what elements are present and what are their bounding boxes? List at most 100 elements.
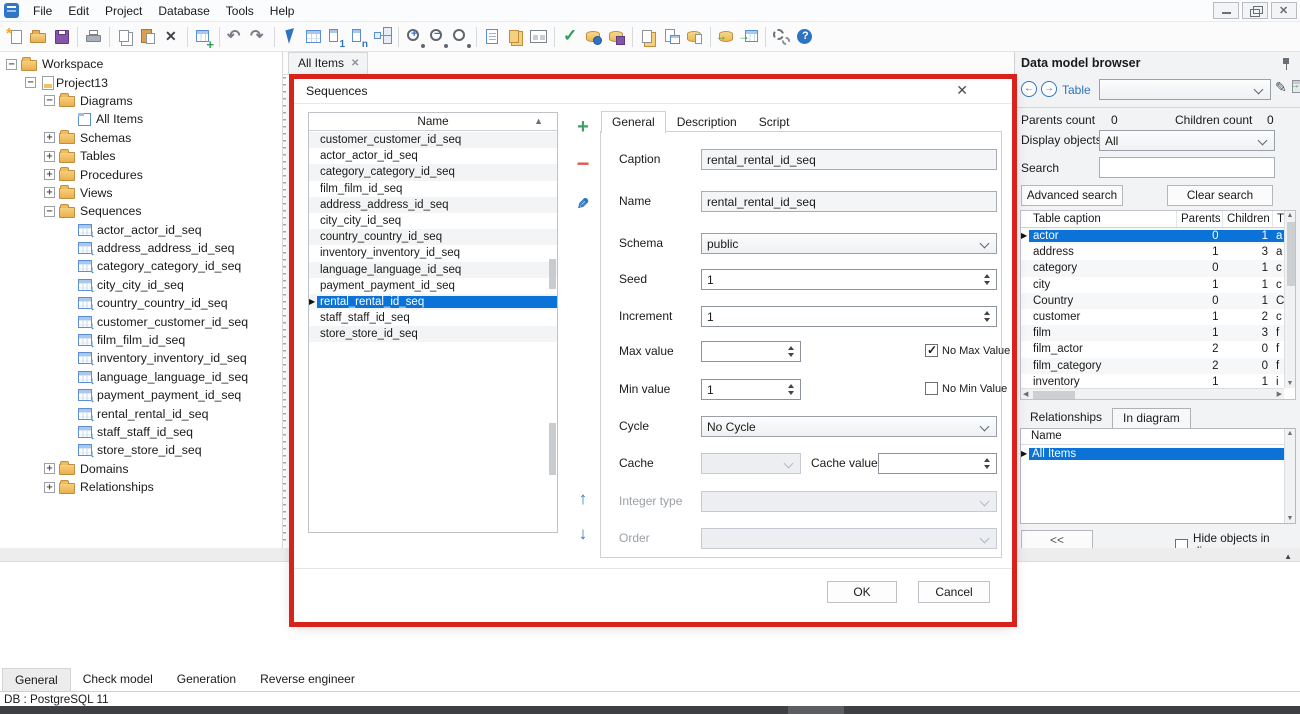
column-table-caption[interactable]: Table caption [1029, 211, 1177, 227]
tree-expander-icon[interactable] [44, 151, 55, 162]
tree-item[interactable]: Procedures [0, 165, 282, 183]
tree-item[interactable]: film_film_id_seq [0, 331, 282, 349]
table-row[interactable]: category 0 1 c [1021, 260, 1284, 276]
increment-stepper[interactable]: 1 [701, 306, 997, 327]
dialog-tab[interactable]: Description [666, 111, 748, 133]
menu-item[interactable]: Edit [60, 2, 97, 20]
output-tab[interactable]: Check model [71, 668, 165, 691]
relationship-tab[interactable]: In diagram [1112, 408, 1191, 428]
tree-expander-icon[interactable] [44, 482, 55, 493]
tree-item[interactable]: inventory_inventory_id_seq [0, 349, 282, 367]
sequence-list-item[interactable]: staff_staff_id_seq [309, 310, 557, 326]
tree-item[interactable]: Schemas [0, 129, 282, 147]
clear-search-button[interactable]: Clear search [1167, 185, 1273, 206]
add-sequence-icon[interactable]: + [572, 117, 594, 139]
column-children[interactable]: Children [1223, 211, 1273, 227]
dialog-title-bar[interactable]: Sequences ✕ [294, 79, 1012, 104]
help-icon[interactable] [794, 26, 815, 48]
new-document-icon[interactable] [5, 26, 26, 48]
table-row[interactable]: inventory 1 1 i [1021, 374, 1284, 388]
sequence-list-item[interactable]: inventory_inventory_id_seq [309, 245, 557, 261]
scroll-left-icon[interactable]: ◀ [1023, 390, 1028, 398]
pin-icon[interactable] [1281, 57, 1291, 71]
script-table-icon[interactable] [661, 26, 682, 48]
table-row[interactable]: film_actor 2 0 f [1021, 341, 1284, 357]
menu-item[interactable]: Database [150, 2, 217, 20]
cache-select[interactable] [701, 453, 801, 474]
table-row[interactable]: city 1 1 c [1021, 277, 1284, 293]
edit-sequence-icon[interactable]: ✎ [572, 195, 594, 217]
save-icon[interactable] [51, 26, 72, 48]
list-item[interactable]: All Items [1021, 446, 1284, 462]
generate-database-icon[interactable] [583, 26, 604, 48]
display-objects-select[interactable]: All [1099, 130, 1275, 151]
max-value-stepper[interactable] [701, 341, 801, 362]
stepper-arrows-icon[interactable] [979, 307, 994, 326]
scrollbar-thumb[interactable] [1033, 391, 1075, 399]
table-row[interactable]: film 1 3 f [1021, 325, 1284, 341]
many-to-one-relation-icon[interactable] [349, 26, 370, 48]
sequence-list-item[interactable]: address_address_id_seq [309, 197, 557, 213]
auto-layout-icon[interactable] [372, 26, 393, 48]
tree-item[interactable]: actor_actor_id_seq [0, 221, 282, 239]
restore-icon[interactable] [1242, 2, 1268, 19]
table-icon[interactable] [303, 26, 324, 48]
tree-item[interactable]: address_address_id_seq [0, 239, 282, 257]
tree-item[interactable]: Domains [0, 460, 282, 478]
tree-item[interactable]: Diagrams [0, 92, 282, 110]
output-tab[interactable]: Reverse engineer [248, 668, 367, 691]
tree-item[interactable]: category_category_id_seq [0, 257, 282, 275]
tab-all-items[interactable]: All Items ✕ [288, 52, 368, 74]
zoom-icon[interactable] [450, 26, 471, 48]
scrollbar-thumb[interactable] [549, 259, 556, 289]
column-parents[interactable]: Parents [1177, 211, 1223, 227]
tree-item[interactable]: country_country_id_seq [0, 294, 282, 312]
scrollbar-thumb[interactable] [1287, 222, 1295, 286]
sequence-list-item[interactable]: category_category_id_seq [309, 164, 557, 180]
card-view-icon[interactable] [528, 26, 549, 48]
close-icon[interactable] [1271, 2, 1297, 19]
ok-button[interactable]: OK [827, 581, 897, 603]
sequence-list-item[interactable]: customer_customer_id_seq [309, 132, 557, 148]
copy-icon[interactable] [115, 26, 136, 48]
tree-expander-icon[interactable] [44, 132, 55, 143]
tree-item[interactable]: Relationships [0, 478, 282, 496]
redo-icon[interactable] [248, 26, 269, 48]
scroll-down-icon[interactable]: ▼ [1285, 515, 1295, 522]
add-table-icon[interactable] [193, 26, 214, 48]
sort-ascending-icon[interactable]: ▲ [534, 116, 543, 126]
menu-item[interactable]: Project [97, 2, 150, 20]
name-column-header[interactable]: Name [1021, 429, 1295, 445]
stepper-arrows-icon[interactable] [783, 380, 798, 399]
tree-item[interactable]: city_city_id_seq [0, 276, 282, 294]
schema-select[interactable]: public [701, 233, 997, 254]
move-up-icon[interactable]: ↑ [572, 489, 594, 511]
relationship-tab[interactable]: Relationships [1020, 408, 1112, 428]
import-to-table-icon[interactable] [739, 26, 760, 48]
no-min-value-checkbox[interactable] [925, 382, 938, 395]
sequence-list-header[interactable]: Name ▲ [309, 113, 557, 131]
output-tab[interactable]: General [2, 668, 71, 691]
sequence-list-item[interactable]: rental_rental_id_seq [309, 294, 557, 310]
horizontal-scrollbar[interactable]: ◀ ▶ [1021, 388, 1284, 399]
seed-stepper[interactable]: 1 [701, 269, 997, 290]
copy-database-icon[interactable] [684, 26, 705, 48]
tree-expander-icon[interactable] [44, 206, 55, 217]
sequence-list-item[interactable]: actor_actor_id_seq [309, 148, 557, 164]
cache-value-stepper[interactable] [878, 453, 997, 474]
stepper-arrows-icon[interactable] [979, 454, 994, 473]
go-to-table-icon[interactable] [1292, 80, 1300, 93]
documents-icon[interactable] [505, 26, 526, 48]
tree-item[interactable]: store_store_id_seq [0, 441, 282, 459]
tree-item[interactable]: payment_payment_id_seq [0, 386, 282, 404]
tree-item[interactable]: Views [0, 184, 282, 202]
edit-table-icon[interactable]: ✎ [1275, 79, 1287, 96]
tree-item[interactable]: Workspace [0, 55, 282, 73]
vertical-scrollbar[interactable]: ▲ ▼ [1284, 211, 1295, 388]
tree-expander-icon[interactable] [44, 187, 55, 198]
paste-icon[interactable] [138, 26, 159, 48]
tree-item[interactable]: Sequences [0, 202, 282, 220]
tree-expander-icon[interactable] [25, 77, 36, 88]
scroll-down-icon[interactable]: ▼ [1285, 380, 1295, 387]
table-row[interactable]: film_category 2 0 f [1021, 358, 1284, 374]
